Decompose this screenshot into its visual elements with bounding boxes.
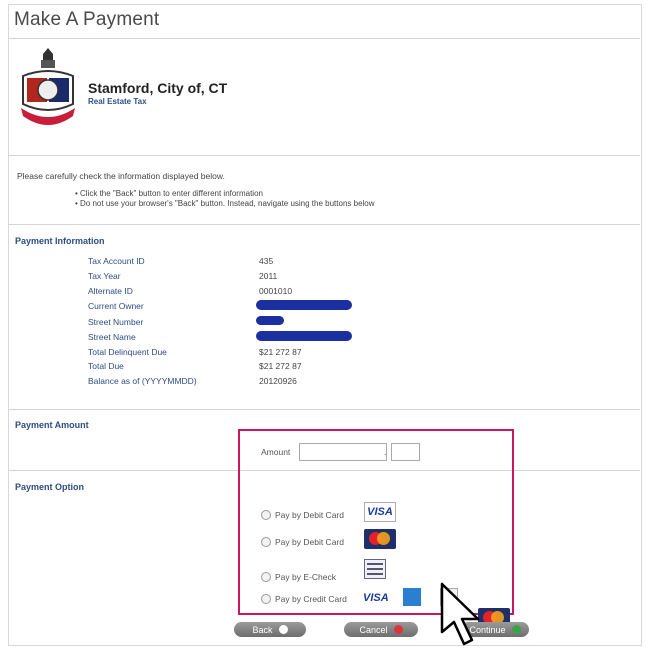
info-label: Tax Account ID: [88, 256, 145, 266]
redaction-mark: [256, 316, 284, 325]
cancel-button-label: Cancel: [359, 624, 388, 635]
payment-info-heading: Payment Information: [15, 236, 105, 246]
info-value: $21 272 87: [259, 361, 302, 371]
amount-cents-input[interactable]: [391, 443, 420, 461]
option-echeck[interactable]: Pay by E-Check: [261, 572, 336, 582]
close-icon: [393, 625, 403, 634]
arrow-left-icon: [278, 625, 288, 634]
info-value: 435: [259, 256, 274, 266]
divider: [8, 38, 640, 39]
organization-name: Stamford, City of, CT: [88, 80, 228, 96]
info-value: 0001010: [259, 286, 293, 296]
divider: [8, 224, 640, 225]
notice-intro: Please carefully check the information d…: [17, 171, 225, 181]
cancel-button[interactable]: Cancel: [344, 622, 418, 637]
payment-amount-heading: Payment Amount: [15, 420, 89, 430]
echeck-icon: [364, 559, 386, 579]
amount-label: Amount: [261, 447, 291, 457]
info-label: Street Number: [88, 317, 144, 327]
option-label: Pay by E-Check: [275, 572, 336, 582]
info-label: Balance as of (YYYYMMDD): [88, 376, 197, 386]
page-title: Make A Payment: [14, 9, 160, 30]
divider: [8, 409, 640, 410]
option-debit-mastercard[interactable]: Pay by Debit Card: [261, 537, 344, 547]
organization-subtitle: Real Estate Tax: [88, 97, 147, 106]
amex-card-icon: [403, 588, 421, 606]
mastercard-icon: [364, 529, 396, 549]
amount-dollars-input[interactable]: [299, 443, 387, 461]
option-label: Pay by Debit Card: [275, 510, 344, 520]
info-label: Street Name: [88, 332, 136, 342]
notice-bullet: • Click the "Back" button to enter diffe…: [75, 189, 263, 198]
visa-card-icon: VISA: [364, 502, 396, 522]
payment-option-heading: Payment Option: [15, 482, 85, 492]
amount-separator: .: [384, 447, 387, 457]
radio-button[interactable]: [261, 537, 271, 547]
info-value: 2011: [259, 271, 278, 281]
option-credit-card[interactable]: Pay by Credit Card: [261, 594, 347, 604]
back-button[interactable]: Back: [234, 622, 306, 637]
visa-logo-icon: VISA: [363, 592, 389, 604]
option-label: Pay by Debit Card: [275, 537, 344, 547]
option-label: Pay by Credit Card: [275, 594, 347, 604]
info-label: Alternate ID: [88, 286, 133, 296]
arrow-right-icon: [511, 625, 521, 634]
redaction-mark: [256, 331, 352, 341]
info-value: 20120926: [259, 376, 297, 386]
notice-bullet: • Do not use your browser's "Back" butto…: [75, 199, 375, 208]
radio-button[interactable]: [261, 510, 271, 520]
info-label: Tax Year: [88, 271, 121, 281]
divider: [8, 155, 640, 156]
redaction-mark: [256, 300, 352, 310]
option-debit-visa[interactable]: Pay by Debit Card: [261, 510, 344, 520]
city-seal-logo: [21, 48, 75, 125]
mouse-pointer-icon: [440, 582, 480, 646]
info-label: Total Delinquent Due: [88, 347, 167, 357]
back-button-label: Back: [252, 624, 273, 635]
info-label: Total Due: [88, 361, 124, 371]
info-label: Current Owner: [88, 301, 144, 311]
radio-button[interactable]: [261, 594, 271, 604]
radio-button[interactable]: [261, 572, 271, 582]
info-value: $21 272 87: [259, 347, 302, 357]
